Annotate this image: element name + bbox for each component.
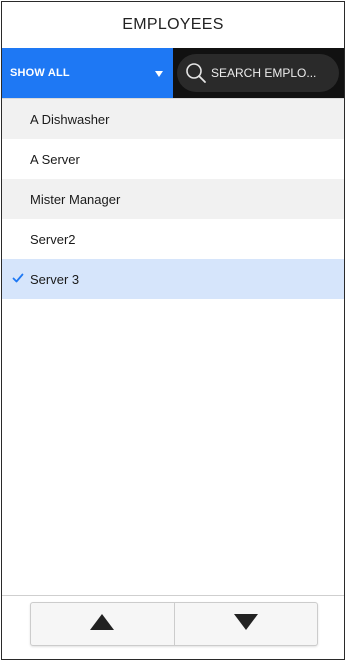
list-item[interactable]: Server2 <box>2 219 344 259</box>
employee-list: A Dishwasher A Server Mister Manager Ser… <box>2 98 344 299</box>
triangle-up-icon <box>89 613 115 636</box>
caret-down-icon <box>155 71 163 77</box>
scroll-down-button[interactable] <box>173 603 318 645</box>
triangle-down-icon <box>233 613 259 636</box>
search-icon <box>185 62 207 84</box>
checkmark-icon <box>12 272 24 284</box>
employee-name: A Server <box>30 151 80 167</box>
pager <box>30 602 318 646</box>
filter-label: SHOW ALL <box>10 67 70 79</box>
toolbar: SHOW ALL <box>2 48 344 98</box>
list-item[interactable]: A Dishwasher <box>2 99 344 139</box>
list-item-selected[interactable]: Server 3 <box>2 259 344 299</box>
employee-name: Mister Manager <box>30 191 121 207</box>
search-box[interactable] <box>177 54 339 92</box>
employee-name: Server 3 <box>30 271 80 287</box>
employee-name: Server2 <box>30 231 76 247</box>
footer <box>2 595 344 659</box>
scroll-up-button[interactable] <box>31 603 174 645</box>
search-input[interactable] <box>211 66 329 80</box>
list-item[interactable]: Mister Manager <box>2 179 344 219</box>
list-item[interactable]: A Server <box>2 139 344 179</box>
employees-panel: EMPLOYEES SHOW ALL A Dishwasher A Ser <box>1 1 345 660</box>
employee-name: A Dishwasher <box>30 111 110 127</box>
page-title-text: EMPLOYEES <box>122 16 224 33</box>
show-all-dropdown[interactable]: SHOW ALL <box>2 48 173 98</box>
page-title: EMPLOYEES <box>2 2 344 48</box>
search-bar <box>173 48 344 98</box>
